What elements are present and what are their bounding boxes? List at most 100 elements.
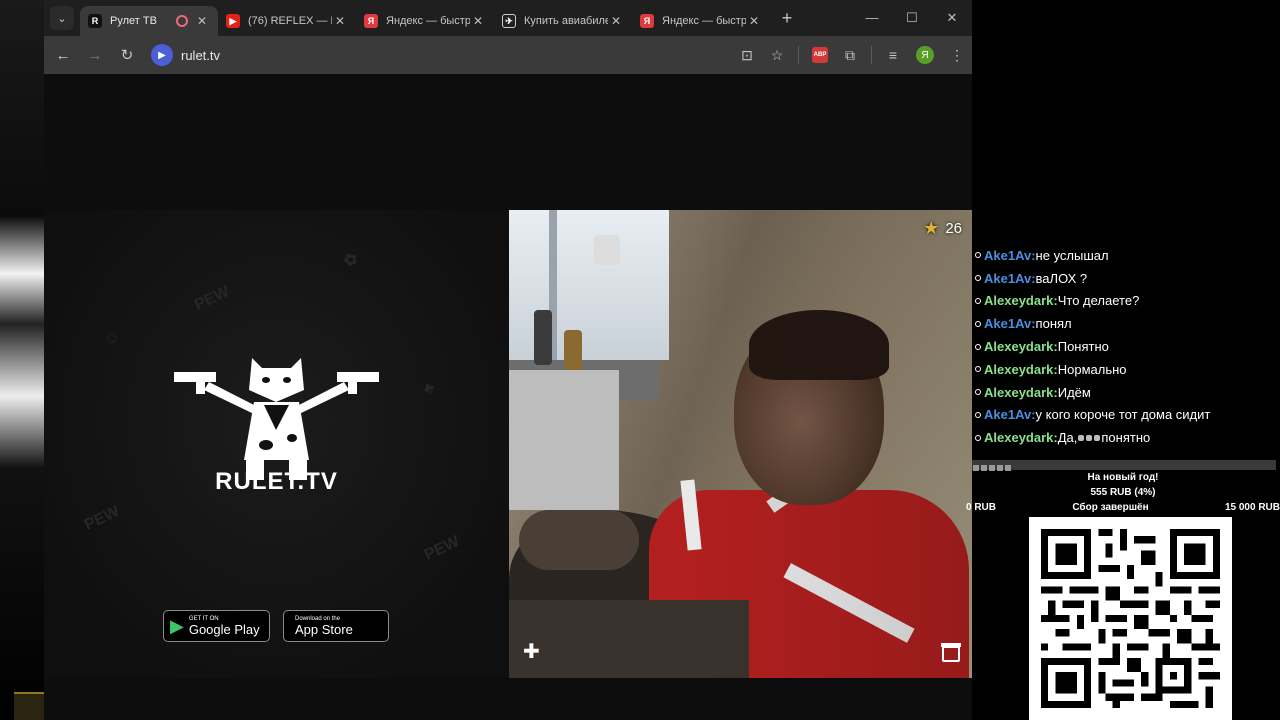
profile-avatar[interactable]: Я: [916, 46, 934, 64]
chat-dot-icon: [975, 320, 981, 327]
chat-text: Да,: [1057, 430, 1078, 446]
chat-text: не услышал: [1035, 247, 1109, 263]
video-shade: [509, 210, 972, 678]
menu-icon[interactable]: ⋮: [943, 47, 971, 64]
rulet-brand-text: RULET.TV: [215, 468, 338, 495]
chat-tool-icon[interactable]: [973, 465, 979, 471]
chat-dot-icon: [975, 389, 981, 396]
chat-nick: Ake1Av:: [984, 247, 1036, 263]
tab-yandex[interactable]: Я Яндекс — быстр ✕: [356, 6, 494, 36]
chat-dot-icon: [975, 366, 981, 373]
chat-tool-icon[interactable]: [981, 465, 987, 471]
forward-icon[interactable]: →: [79, 47, 111, 64]
minimize-icon[interactable]: —: [852, 10, 892, 26]
close-icon[interactable]: ✕: [608, 14, 624, 28]
chat-dot-icon: [975, 252, 981, 259]
gift-icon[interactable]: [941, 643, 961, 662]
back-icon[interactable]: ←: [47, 47, 79, 64]
gamepad-icon[interactable]: ✚: [523, 639, 540, 664]
tab-title: Купить авиабиле: [524, 15, 608, 27]
background-doodle: PEW: [81, 503, 123, 534]
chat-text: Понятно: [1057, 339, 1109, 355]
chat-line: Ake1Av: понял: [972, 312, 1280, 335]
chat-line: Ake1Av: у кого короче тот дома сидит: [972, 404, 1280, 427]
chat-line: Alexeydark: Идём: [972, 381, 1280, 404]
goal-min: 0 RUB: [966, 502, 997, 513]
bookmark-star-icon[interactable]: ☆: [763, 47, 791, 64]
qr-code-icon: [1041, 529, 1220, 708]
chat-dot-icon: [975, 275, 981, 282]
emote-icon: [1078, 434, 1085, 441]
reload-icon[interactable]: ↻: [111, 46, 143, 64]
adblock-icon[interactable]: ABP: [812, 47, 828, 63]
extensions-icon[interactable]: ⧉: [836, 47, 864, 64]
donation-goal: На новый год! 555 RUB (4%) 0 RUB Сбор за…: [966, 472, 1280, 516]
chat-nick: Ake1Av:: [984, 407, 1036, 423]
chat-nick: Alexeydark:: [984, 384, 1058, 400]
tab-youtube[interactable]: ▶ (76) REFLEX — П ✕: [218, 6, 356, 36]
chat-nick: Alexeydark:: [984, 293, 1058, 309]
url-text[interactable]: rulet.tv: [181, 48, 220, 63]
close-icon[interactable]: ✕: [194, 14, 210, 28]
screen: ⌄ R Рулет ТВ ✕ ▶ (76) REFLEX — П ✕ Я Янд…: [0, 0, 1280, 720]
rulet-favicon-icon: R: [88, 14, 102, 28]
google-play-button[interactable]: ▶ GET IT ON Google Play: [163, 610, 270, 642]
chat-text: понял: [1035, 316, 1072, 332]
yandex-favicon-icon: Я: [640, 14, 654, 28]
tab-yandex-2[interactable]: Я Яндекс — быстр ✕: [632, 6, 770, 36]
emote-icon: [1086, 434, 1093, 441]
chat-text: Что делаете?: [1057, 293, 1140, 309]
chat-nick: Alexeydark:: [984, 361, 1058, 377]
background-doodle: PEW: [421, 533, 463, 564]
chat-line: Ake1Av: ваЛОХ ?: [972, 267, 1280, 290]
chat-nick: Alexeydark:: [984, 339, 1058, 355]
tab-search-icon[interactable]: ⌄: [50, 6, 74, 30]
tab-rulet[interactable]: R Рулет ТВ ✕: [80, 6, 218, 36]
maximize-icon[interactable]: ☐: [892, 10, 932, 26]
new-tab-button[interactable]: +: [774, 8, 800, 29]
chat-line: Alexeydark: Нормально: [972, 358, 1280, 381]
browser-window: ⌄ R Рулет ТВ ✕ ▶ (76) REFLEX — П ✕ Я Янд…: [44, 0, 972, 720]
google-play-label: Google Play: [188, 621, 260, 637]
chat-text: у кого короче тот дома сидит: [1035, 407, 1211, 423]
chat-tool-icon[interactable]: [1005, 465, 1011, 471]
chat-line: Ake1Av: не услышал: [972, 244, 1280, 267]
goal-progress-row: 0 RUB Сбор завершён 15 000 RUB: [966, 502, 1280, 516]
background-stream-strip: [0, 0, 44, 720]
tab-bar: ⌄ R Рулет ТВ ✕ ▶ (76) REFLEX — П ✕ Я Янд…: [44, 0, 972, 36]
background-doodle: ✿: [341, 249, 361, 271]
install-app-icon[interactable]: ⊡: [733, 47, 761, 64]
background-sign: [14, 692, 44, 720]
chat-tool-icon[interactable]: [997, 465, 1003, 471]
background-doodle: PEW: [191, 283, 233, 314]
window-controls: — ☐ ✕: [852, 10, 972, 26]
tab-title: Рулет ТВ: [110, 15, 157, 27]
chat-line-cut: [972, 232, 1280, 244]
tab-flights[interactable]: ✈ Купить авиабиле ✕: [494, 6, 632, 36]
google-play-icon: ▶: [170, 615, 184, 636]
media-control-icon[interactable]: ≡: [879, 47, 907, 63]
rulet-promo-panel: PEW PEW PEW ✿ ☺ ♣ RULET.TV ▶ GET IT ON G…: [44, 210, 509, 678]
tab-title: (76) REFLEX — П: [248, 15, 332, 27]
chat-text: Нормально: [1057, 361, 1127, 377]
partner-video: ★ 26 ✚: [509, 210, 972, 678]
close-window-icon[interactable]: ✕: [932, 10, 972, 26]
star-icon: ★: [923, 218, 940, 238]
toolbar-divider: [871, 46, 872, 64]
chat-dot-icon: [975, 343, 981, 350]
chat-line: Alexeydark: Понятно: [972, 335, 1280, 358]
chat-tool-icon[interactable]: [989, 465, 995, 471]
yandex-favicon-icon: Я: [364, 14, 378, 28]
toolbar-actions: ⊡ ☆ ABP ⧉ ≡ Я ⋮: [732, 46, 972, 64]
chat-input-bar[interactable]: [972, 460, 1276, 471]
goal-amount: 555 RUB (4%): [1090, 487, 1156, 498]
goal-title: На новый год!: [1087, 472, 1159, 483]
close-icon[interactable]: ✕: [746, 14, 762, 28]
youtube-favicon-icon: ▶: [226, 14, 240, 28]
app-store-button[interactable]: Download on the App Store: [283, 610, 389, 642]
site-info-icon[interactable]: ▶: [151, 44, 173, 66]
close-icon[interactable]: ✕: [332, 14, 348, 28]
chat-dot-icon: [975, 297, 981, 304]
close-icon[interactable]: ✕: [470, 14, 486, 28]
address-bar[interactable]: ▶ rulet.tv: [149, 41, 709, 69]
